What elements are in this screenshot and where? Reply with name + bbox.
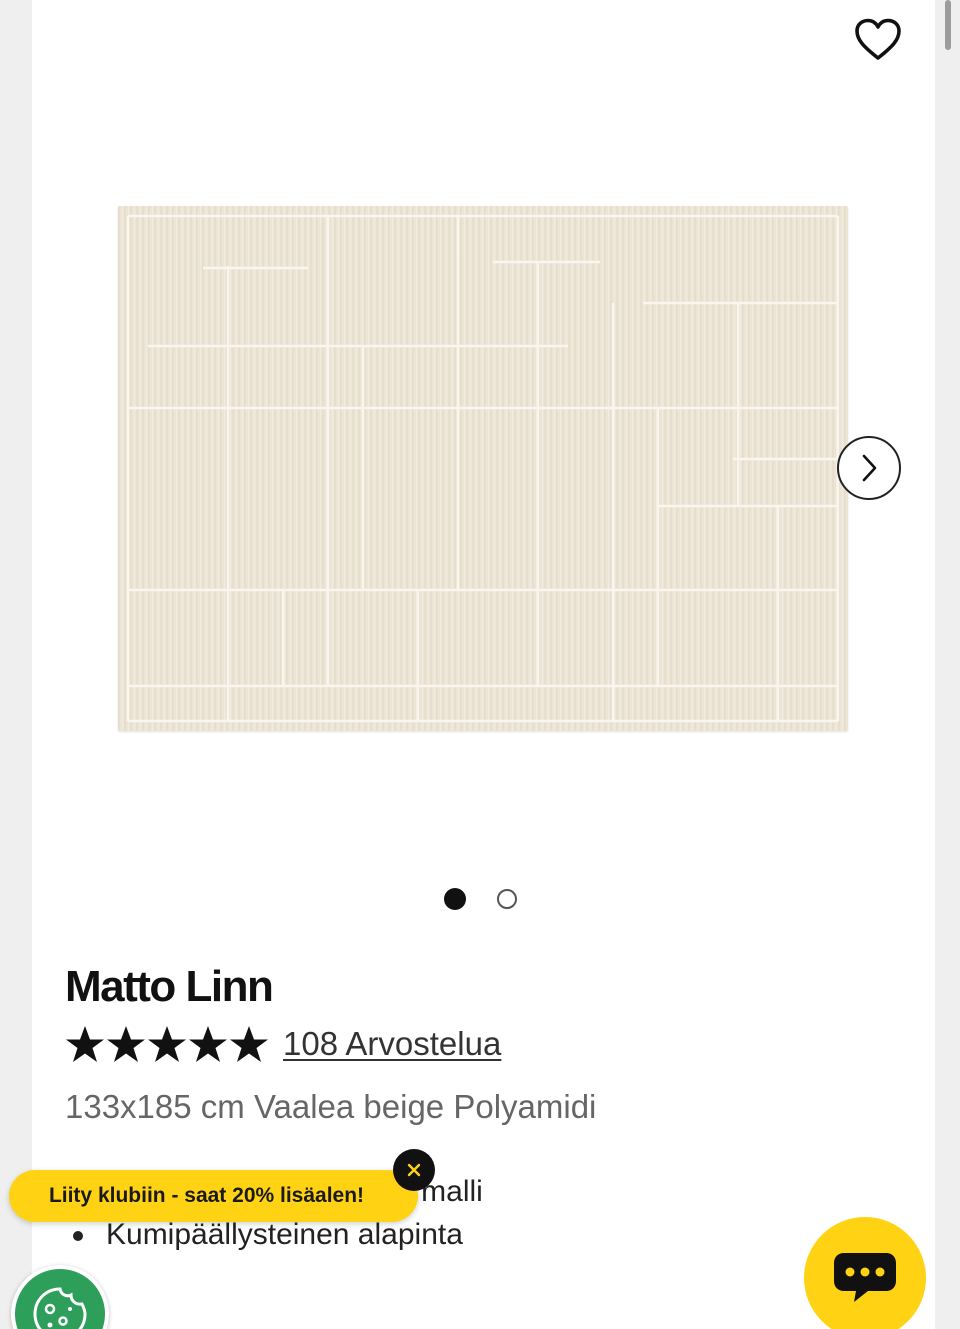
gallery-pagination xyxy=(444,888,517,910)
reviews-link[interactable]: 108 Arvostelua xyxy=(283,1025,501,1063)
product-title: Matto Linn xyxy=(65,962,274,1011)
club-signup-label: Liity klubiin - saat 20% lisäalen! xyxy=(48,1184,365,1207)
product-image[interactable] xyxy=(118,206,848,731)
cookie-icon xyxy=(33,1287,87,1329)
star-icon xyxy=(189,1026,227,1062)
close-icon xyxy=(407,1163,421,1177)
gallery-dot-1[interactable] xyxy=(444,888,466,910)
chat-button[interactable] xyxy=(804,1217,926,1329)
chat-bubble-icon xyxy=(834,1253,896,1302)
next-image-button[interactable] xyxy=(837,436,901,500)
club-signup-banner[interactable]: Liity klubiin - saat 20% lisäalen! xyxy=(9,1170,418,1222)
gallery-dot-2[interactable] xyxy=(497,889,517,909)
star-icon xyxy=(148,1026,186,1062)
product-variant-description: 133x185 cm Vaalea beige Polyamidi xyxy=(65,1088,597,1125)
rating-stars xyxy=(65,1024,269,1064)
product-rating: 108 Arvostelua xyxy=(65,1024,501,1064)
heart-icon xyxy=(855,18,901,60)
chevron-right-icon xyxy=(862,454,877,482)
star-icon xyxy=(230,1026,268,1062)
club-banner-close-button[interactable] xyxy=(393,1149,435,1191)
product-page: Matto Linn 108 Arvostelua 133x185 cm Vaa… xyxy=(32,0,935,1329)
star-icon xyxy=(107,1026,145,1062)
page-scrollbar[interactable] xyxy=(945,0,951,50)
product-image-gallery[interactable] xyxy=(32,0,935,870)
star-icon xyxy=(66,1026,104,1062)
wishlist-button[interactable] xyxy=(850,14,906,66)
